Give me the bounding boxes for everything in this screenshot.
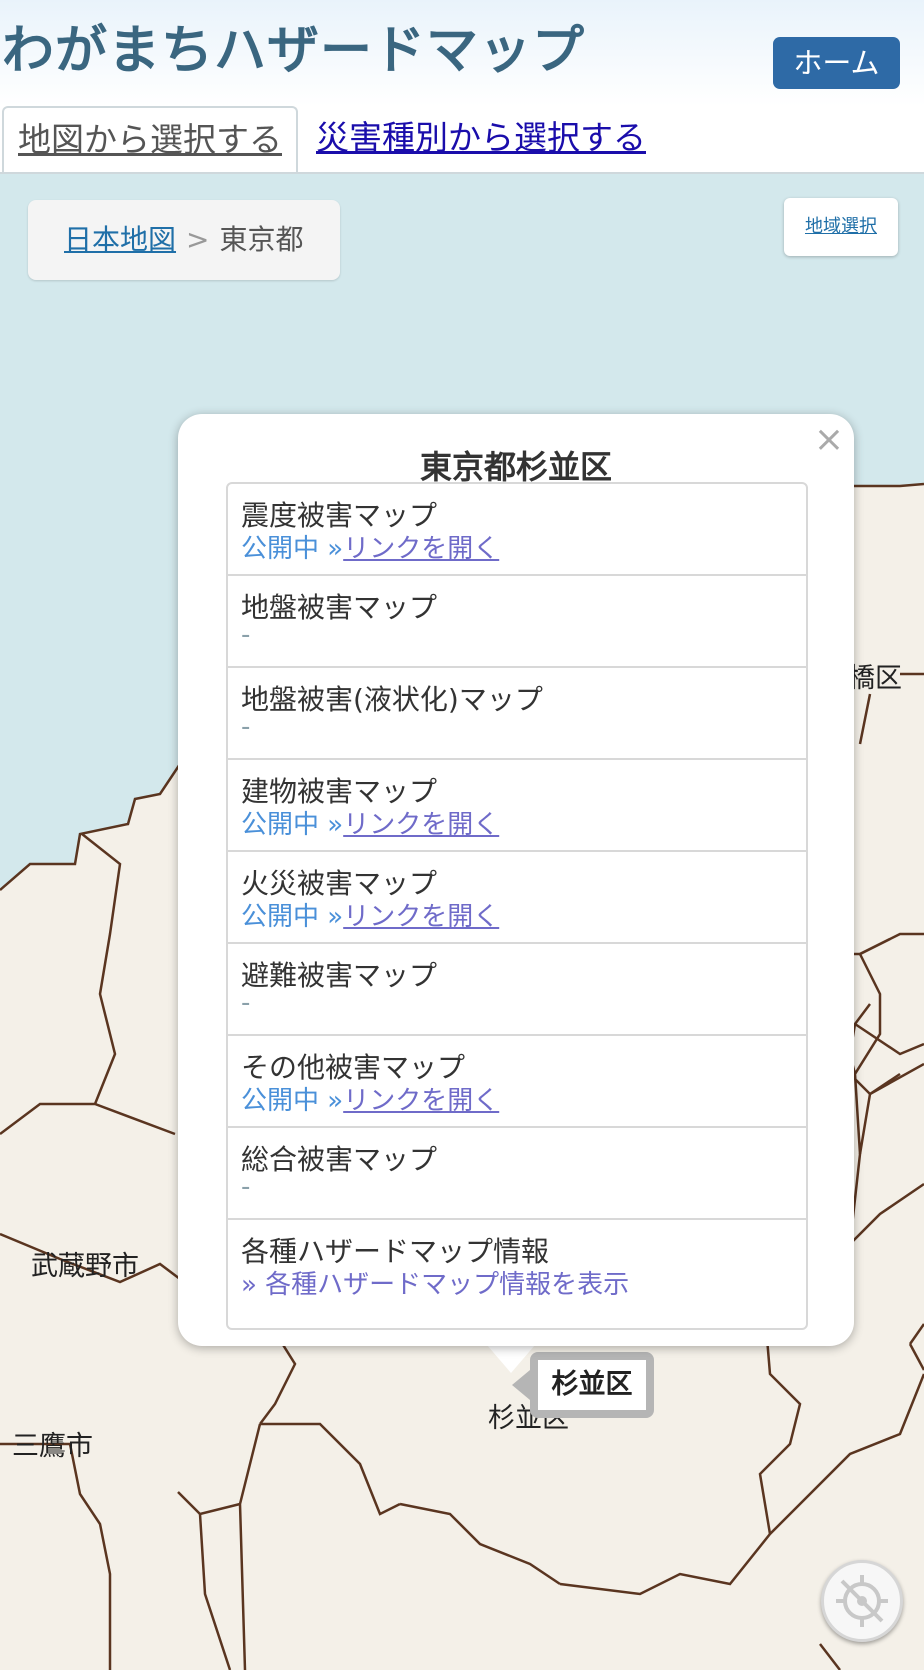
list-item: 建物被害マップ 公開中 »リンクを開く (228, 760, 806, 852)
open-link[interactable]: リンクを開く (343, 1086, 499, 1116)
hazard-info-link[interactable]: » 各種ハザードマップ情報を表示 (241, 1270, 629, 1300)
map-label-itabashi: 橋区 (848, 663, 902, 694)
item-name: 地盤被害マップ (241, 591, 438, 624)
item-name: 地盤被害(液状化)マップ (241, 683, 543, 716)
status-unavailable: - (241, 1172, 251, 1202)
item-status: 公開中 »リンクを開く (241, 1080, 499, 1117)
open-link[interactable]: リンクを開く (343, 902, 499, 932)
item-status: - (241, 1172, 250, 1202)
item-name: 避難被害マップ (241, 959, 438, 992)
breadcrumb-current: 東京都 (219, 223, 304, 256)
region-select-button[interactable]: 地域選択 (784, 198, 898, 256)
map-label-musashino: 武蔵野市 (31, 1251, 139, 1282)
locate-button[interactable] (821, 1560, 903, 1642)
site-title: わがまちハザードマップ (2, 21, 586, 81)
hazard-map-list: 震度被害マップ 公開中 »リンクを開く 地盤被害マップ - 地盤被害(液状化)マ… (226, 482, 808, 1330)
home-button[interactable]: ホーム (773, 37, 900, 89)
list-item: 各種ハザードマップ情報 » 各種ハザードマップ情報を表示 (228, 1220, 806, 1312)
status-open: 公開中 » (241, 902, 344, 932)
list-item: 震度被害マップ 公開中 »リンクを開く (228, 484, 806, 576)
item-status: - (241, 988, 250, 1018)
item-status: 公開中 »リンクを開く (241, 896, 499, 933)
tab-bar: 地図から選択する 災害種別から選択する (0, 106, 924, 174)
popup-tip (487, 1345, 535, 1373)
district-pin-label: 杉並区 (538, 1360, 646, 1410)
item-status: » 各種ハザードマップ情報を表示 (241, 1264, 629, 1301)
district-pin[interactable]: 杉並区 (512, 1352, 654, 1418)
status-unavailable: - (241, 620, 251, 650)
item-name: 総合被害マップ (241, 1143, 438, 1176)
status-open: 公開中 » (241, 1086, 344, 1116)
header: わがまちハザードマップ ホーム (0, 0, 924, 106)
item-status: - (241, 620, 250, 650)
crosshair-disabled-icon (836, 1575, 888, 1627)
open-link[interactable]: リンクを開く (343, 810, 499, 840)
item-status: - (241, 712, 250, 742)
breadcrumb-separator: > (186, 223, 210, 256)
map-label-mitaka: 三鷹市 (12, 1431, 93, 1462)
district-popup: × 東京都杉並区 震度被害マップ 公開中 »リンクを開く 地盤被害マップ - 地… (178, 414, 854, 1346)
list-item: 総合被害マップ - (228, 1128, 806, 1220)
breadcrumb: 日本地図 > 東京都 (28, 200, 340, 280)
list-item: 地盤被害(液状化)マップ - (228, 668, 806, 760)
district-pin-arrow (512, 1370, 530, 1400)
status-open: 公開中 » (241, 534, 344, 564)
tab-map-select[interactable]: 地図から選択する (2, 106, 298, 172)
open-link[interactable]: リンクを開く (343, 534, 499, 564)
tab-disaster-select[interactable]: 災害種別から選択する (316, 106, 646, 170)
status-unavailable: - (241, 712, 251, 742)
status-unavailable: - (241, 988, 251, 1018)
list-item: 火災被害マップ 公開中 »リンクを開く (228, 852, 806, 944)
list-item: 地盤被害マップ - (228, 576, 806, 668)
status-open: 公開中 » (241, 810, 344, 840)
item-status: 公開中 »リンクを開く (241, 528, 499, 565)
item-status: 公開中 »リンクを開く (241, 804, 499, 841)
list-item: その他被害マップ 公開中 »リンクを開く (228, 1036, 806, 1128)
list-item: 避難被害マップ - (228, 944, 806, 1036)
breadcrumb-root-link[interactable]: 日本地図 (64, 223, 176, 256)
